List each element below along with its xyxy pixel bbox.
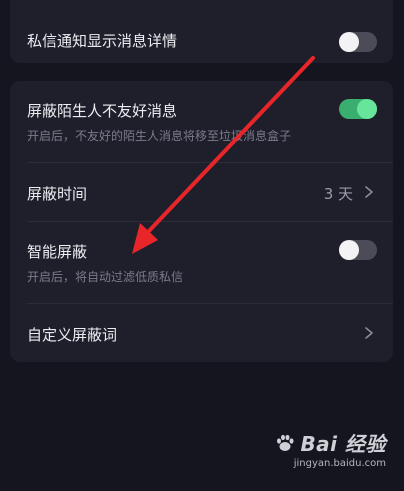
paw-icon <box>277 434 294 451</box>
setting-row-smart-block[interactable]: 智能屏蔽 开启后，将自动过滤低质私信 <box>10 222 393 303</box>
chevron-right-icon <box>365 186 373 198</box>
setting-row-custom-words[interactable]: 自定义屏蔽词 <box>10 304 393 362</box>
setting-row-message-details[interactable]: 私信通知显示消息详情 <box>10 0 393 73</box>
setting-description: 开启后，不友好的陌生人消息将移至垃圾消息盒子 <box>27 129 292 143</box>
setting-title: 屏蔽时间 <box>27 185 88 203</box>
chevron-right-icon <box>365 327 373 339</box>
block-duration-value: 3 天 <box>323 185 353 203</box>
setting-title: 私信通知显示消息详情 <box>27 32 178 50</box>
setting-title: 智能屏蔽 <box>27 243 88 261</box>
message-details-toggle[interactable] <box>339 32 377 52</box>
setting-description: 开启后，将自动过滤低质私信 <box>27 270 184 284</box>
toggle-knob <box>339 240 359 260</box>
toggle-knob <box>339 32 359 52</box>
watermark-logo-text: Bai 经验 <box>300 432 386 456</box>
smart-block-toggle[interactable] <box>339 240 377 260</box>
settings-card-main: 屏蔽陌生人不友好消息 开启后，不友好的陌生人消息将移至垃圾消息盒子 屏蔽时间 3… <box>10 81 393 362</box>
toggle-knob <box>357 99 377 119</box>
baidu-jingyan-watermark: Bai 经验 jingyan.baidu.com <box>274 428 386 469</box>
watermark-url: jingyan.baidu.com <box>293 458 386 469</box>
settings-card-top: 私信通知显示消息详情 <box>10 0 393 63</box>
block-unfriendly-toggle[interactable] <box>339 99 377 119</box>
watermark-logo: Bai 经验 <box>274 428 386 457</box>
setting-row-block-unfriendly[interactable]: 屏蔽陌生人不友好消息 开启后，不友好的陌生人消息将移至垃圾消息盒子 <box>10 81 393 162</box>
setting-title: 自定义屏蔽词 <box>27 326 118 344</box>
setting-row-block-duration[interactable]: 屏蔽时间 3 天 <box>10 163 393 221</box>
setting-title: 屏蔽陌生人不友好消息 <box>27 102 178 120</box>
